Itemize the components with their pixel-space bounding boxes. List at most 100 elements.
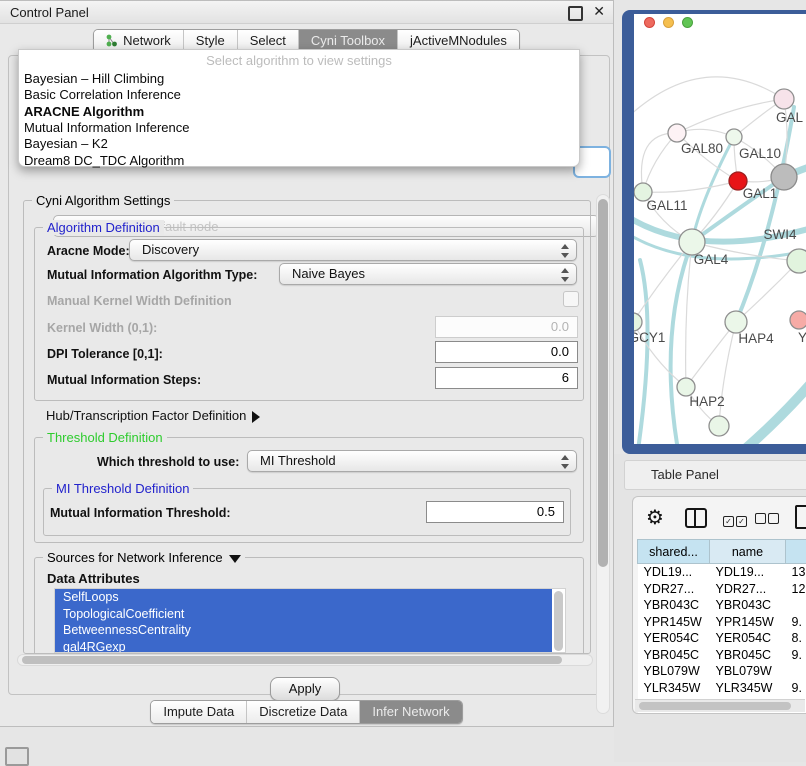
network-node-GAL10[interactable] — [726, 129, 742, 145]
mi-threshold-field[interactable]: 0.5 — [426, 501, 564, 523]
scrollbar-thumb[interactable] — [22, 656, 562, 664]
tab-discretize-data[interactable]: Discretize Data — [246, 701, 359, 723]
network-node-salmon[interactable] — [790, 311, 806, 329]
document-icon[interactable] — [795, 505, 806, 529]
algorithm-definition-title: Algorithm Definition — [43, 220, 164, 235]
network-node-SWI4[interactable] — [787, 249, 806, 273]
table-horizontal-scrollbar[interactable] — [635, 699, 805, 712]
tab-label: Impute Data — [163, 704, 234, 719]
collapse-down-icon — [229, 555, 241, 563]
table-row[interactable]: YER054CYER054C8. — [638, 630, 806, 647]
hub-transcription-label: Hub/Transcription Factor Definition — [46, 408, 246, 423]
dropdown-item[interactable]: Bayesian – K2 — [19, 136, 579, 152]
close-icon[interactable]: ✕ — [593, 3, 605, 20]
dropdown-item[interactable]: Dream8 DC_TDC Algorithm — [19, 153, 579, 169]
table-row[interactable]: YDL19...YDL19...13 — [638, 564, 806, 581]
minimize-traffic-light[interactable] — [663, 17, 674, 28]
network-edge[interactable] — [634, 77, 784, 117]
apply-button[interactable]: Apply — [270, 677, 340, 701]
table-cell: 9. — [786, 614, 806, 631]
network-node-bottom-partial[interactable] — [709, 416, 729, 436]
scrollbar-thumb[interactable] — [639, 702, 791, 710]
control-panel-titlebar: Control Panel ✕ — [0, 1, 613, 24]
network-edge[interactable] — [736, 261, 799, 322]
attribute-list-item[interactable]: SelfLoops — [55, 589, 552, 606]
mi-algorithm-type-select[interactable]: Naive Bayes — [279, 263, 577, 285]
network-icon — [106, 34, 118, 47]
mi-steps-field[interactable]: 6 — [435, 367, 578, 389]
dropdown-item[interactable]: Basic Correlation Inference — [19, 87, 579, 103]
network-edge[interactable] — [719, 322, 736, 426]
select-all-checkboxes-icon[interactable]: ✓✓ — [723, 511, 749, 529]
algorithm-definition-group: Algorithm Definition Aracne Mode: Discov… — [34, 227, 584, 401]
column-header[interactable] — [786, 540, 806, 564]
table-row[interactable]: YBR045CYBR045C9. — [638, 647, 806, 664]
column-header[interactable]: shared... — [638, 540, 710, 564]
data-attributes-label: Data Attributes — [47, 571, 140, 586]
node-label: Y — [798, 330, 806, 345]
attribute-list-item[interactable]: BetweennessCentrality — [55, 622, 552, 639]
mi-threshold-definition-title: MI Threshold Definition — [52, 481, 193, 496]
mi-algorithm-type-label: Mutual Information Algorithm Type: — [47, 268, 257, 282]
float-window-icon[interactable] — [568, 6, 583, 21]
attribute-list-item[interactable]: TopologicalCoefficient — [55, 606, 552, 623]
control-panel-title: Control Panel — [10, 5, 89, 20]
network-edge[interactable] — [677, 99, 784, 133]
table-row[interactable]: YPR145WYPR145W9. — [638, 614, 806, 631]
table-cell: YBL079W — [638, 663, 710, 680]
attribute-list-scrollbar[interactable] — [554, 591, 563, 651]
columns-icon[interactable] — [685, 508, 707, 528]
data-attributes-list[interactable]: SelfLoopsTopologicalCoefficientBetweenne… — [54, 588, 566, 653]
kernel-width-field[interactable]: 0.0 — [435, 316, 578, 338]
sources-title-text: Sources for Network Inference — [47, 550, 223, 565]
aracne-mode-value: Discovery — [142, 242, 199, 257]
table-row[interactable]: YBL079WYBL079W — [638, 663, 806, 680]
which-threshold-select[interactable]: MI Threshold — [247, 450, 577, 472]
scrollbar-thumb[interactable] — [598, 199, 608, 567]
zoom-traffic-light[interactable] — [682, 17, 693, 28]
dropdown-item[interactable]: ARACNE Algorithm — [19, 104, 579, 120]
minimized-panel-icon[interactable] — [5, 747, 29, 766]
network-edge[interactable] — [736, 107, 794, 322]
mi-threshold-definition-group: MI Threshold Definition Mutual Informati… — [43, 488, 571, 536]
settings-horizontal-scrollbar[interactable] — [17, 654, 593, 666]
stepper-icon — [560, 244, 569, 258]
close-traffic-light[interactable] — [644, 17, 655, 28]
network-edge[interactable] — [744, 380, 806, 444]
aracne-mode-select[interactable]: Discovery — [129, 239, 577, 261]
table-cell: YDR27... — [638, 581, 710, 598]
network-node-pink-top[interactable] — [774, 89, 794, 109]
which-threshold-label: Which threshold to use: — [97, 455, 239, 469]
hub-transcription-section[interactable]: Hub/Transcription Factor Definition — [46, 408, 260, 423]
attribute-list-item[interactable]: gal4RGexp — [55, 639, 552, 654]
settings-vertical-scrollbar[interactable] — [596, 194, 610, 714]
tab-infer-network[interactable]: Infer Network — [359, 701, 461, 723]
sources-title[interactable]: Sources for Network Inference — [43, 550, 245, 565]
cyni-algorithm-settings-title: Cyni Algorithm Settings — [32, 193, 174, 208]
network-node-GCY1[interactable] — [634, 313, 642, 331]
network-node-GAL80[interactable] — [668, 124, 686, 142]
gear-icon[interactable]: ⚙ — [646, 505, 664, 530]
network-edge[interactable] — [638, 260, 648, 444]
column-header[interactable]: name — [710, 540, 786, 564]
dropdown-item[interactable]: Mutual Information Inference — [19, 120, 579, 136]
network-edge[interactable] — [643, 133, 677, 192]
mi-threshold-label: Mutual Information Threshold: — [50, 506, 231, 520]
network-edge[interactable] — [643, 181, 738, 192]
bottom-tab-bar: Impute Data Discretize Data Infer Network — [0, 700, 613, 724]
table-row[interactable]: YDR27...YDR27...12 — [638, 581, 806, 598]
cyni-algorithm-settings-group: Cyni Algorithm Settings Algorithm Defini… — [23, 200, 591, 654]
manual-kernel-width-checkbox[interactable] — [563, 291, 579, 307]
network-node-HAP4[interactable] — [725, 311, 747, 333]
table-row[interactable]: YBR043CYBR043C — [638, 597, 806, 614]
table-cell: YPR145W — [710, 614, 786, 631]
tab-impute-data[interactable]: Impute Data — [151, 701, 246, 723]
dpi-tolerance-field[interactable]: 0.0 — [435, 341, 578, 363]
deselect-all-checkboxes-icon[interactable] — [755, 511, 781, 529]
table-row[interactable]: YLR345WYLR345W9. — [638, 680, 806, 697]
table-cell: YPR145W — [638, 614, 710, 631]
table-cell: 12 — [786, 581, 806, 598]
network-canvas[interactable]: GALGAL80GAL10GAL1GAL11GAL4SWI4GCY1HAP4YH… — [634, 14, 806, 444]
dropdown-item[interactable]: Bayesian – Hill Climbing — [19, 71, 579, 87]
tab-label: Infer Network — [372, 704, 449, 719]
